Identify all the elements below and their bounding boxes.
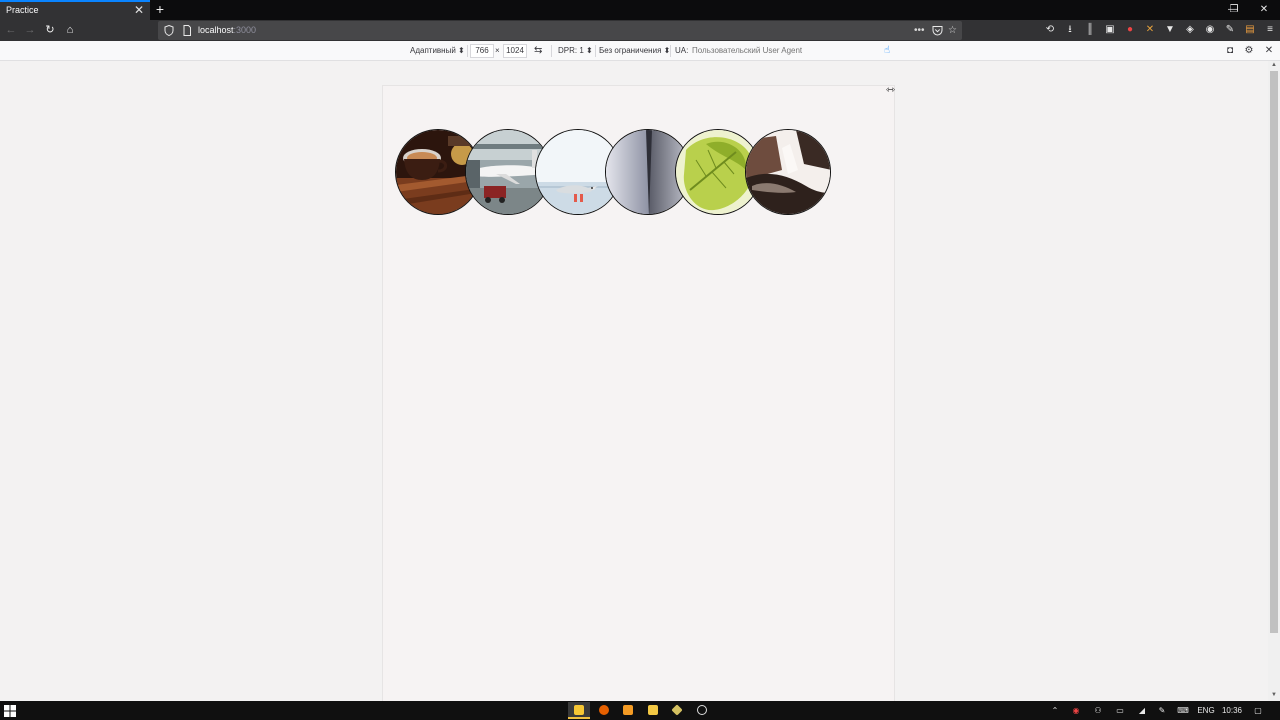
home-icon[interactable]: ⌂ — [62, 22, 78, 38]
settings-gear-icon[interactable]: ⚙ — [1242, 44, 1256, 58]
vue-devtools-icon[interactable]: ▼ — [1163, 23, 1177, 37]
menu-icon[interactable]: ≡ — [1263, 23, 1277, 37]
url-port: :3000 — [233, 25, 257, 35]
vertical-scrollbar[interactable]: ▲ ▼ — [1268, 61, 1280, 701]
tray-app-icon[interactable]: ⚇ — [1091, 701, 1105, 720]
windows-taskbar: ⌃ ◉ ⚇ ▭ ◢ ✎ ⌨ ENG 10:36 ▢ — [0, 701, 1280, 720]
network-icon[interactable]: ◢ — [1135, 701, 1149, 720]
ublock-icon[interactable]: ● — [1123, 23, 1137, 37]
maximize-button[interactable]: ❐ — [1218, 0, 1250, 20]
privacy-icon[interactable]: ◈ — [1183, 23, 1197, 37]
reload-icon[interactable]: ↻ — [42, 22, 58, 38]
tab-close-icon[interactable]: ✕ — [134, 2, 144, 19]
viewport-height-input[interactable]: 1024 — [503, 44, 527, 58]
shield-icon[interactable] — [164, 25, 174, 36]
close-window-button[interactable]: ✕ — [1248, 0, 1280, 20]
viewport-width-input[interactable]: 766 — [470, 44, 494, 58]
screenshot-icon[interactable]: ◘ — [1223, 44, 1237, 58]
taskbar-sublime[interactable] — [617, 702, 639, 719]
responsive-viewport — [382, 85, 895, 701]
touch-keyboard-icon[interactable]: ⌨ — [1175, 701, 1191, 720]
clock-icon — [697, 705, 707, 715]
tray-antivirus-icon[interactable]: ◉ — [1069, 701, 1083, 720]
navigation-toolbar: ← → ↻ ⌂ localhost:3000 ••• ☆ ⟲ ⭳ ║ ▣ ● ✕… — [0, 20, 1280, 41]
taskbar-firefox[interactable] — [593, 702, 615, 719]
user-agent-input[interactable] — [690, 44, 870, 58]
sublime-icon — [623, 705, 633, 715]
page-actions-icon[interactable]: ••• — [914, 21, 925, 40]
touch-simulation-icon[interactable]: ☝ — [880, 44, 894, 58]
history-icon[interactable]: ⟲ — [1043, 23, 1057, 37]
divider — [595, 45, 596, 57]
device-selector[interactable]: Адаптивный ⬍ — [410, 41, 465, 60]
rotate-viewport-icon[interactable]: ⇆ — [534, 41, 542, 60]
folder-icon — [648, 705, 658, 715]
pocket-icon[interactable] — [932, 25, 943, 36]
tab-practice[interactable]: Practice ✕ — [0, 0, 150, 20]
taskbar-explorer[interactable] — [642, 702, 664, 719]
tray-expand-icon[interactable]: ⌃ — [1048, 701, 1062, 720]
language-indicator[interactable]: ENG — [1194, 701, 1218, 720]
divider — [467, 45, 468, 57]
close-rdm-icon[interactable]: ✕ — [1262, 44, 1276, 58]
network-throttling-selector[interactable]: Без ограничения ⬍ — [599, 41, 670, 60]
tray-keyboard-icon[interactable]: ▭ — [1113, 701, 1127, 720]
diamond-icon — [671, 704, 683, 716]
tab-bar: Practice ✕ + — ❐ ✕ — [0, 0, 1280, 20]
page-content-area: ⇿ — [0, 61, 1268, 701]
taskbar-app-diamond[interactable] — [666, 702, 688, 719]
pen-tray-icon[interactable]: ✎ — [1155, 701, 1169, 720]
viewport-resize-handle-icon[interactable]: ⇿ — [886, 85, 902, 96]
url-host: localhost — [198, 25, 234, 35]
library-icon[interactable]: ║ — [1083, 23, 1097, 37]
page-info-icon[interactable] — [182, 25, 192, 36]
star-icon[interactable]: ☆ — [948, 21, 957, 40]
address-bar[interactable]: localhost:3000 ••• ☆ — [158, 21, 962, 40]
color-picker-icon[interactable]: ▤ — [1243, 23, 1257, 37]
forward-icon[interactable]: → — [22, 22, 38, 38]
dpr-selector[interactable]: DPR: 1 ⬍ — [558, 41, 593, 60]
taskbar-sticky-notes[interactable] — [568, 702, 590, 719]
firefox-icon — [599, 705, 609, 715]
download-icon[interactable]: ⭳ — [1063, 23, 1077, 37]
sticky-notes-icon — [574, 705, 584, 715]
gallery-image-rock[interactable] — [745, 129, 831, 215]
circle-gallery — [395, 129, 835, 215]
back-icon[interactable]: ← — [3, 22, 19, 38]
new-tab-button[interactable]: + — [153, 1, 167, 18]
url-text[interactable]: localhost:3000 — [198, 21, 256, 40]
responsive-design-toolbar: Адаптивный ⬍ 766 × 1024 ⇆ DPR: 1 ⬍ Без о… — [0, 41, 1280, 61]
sidebar-icon[interactable]: ▣ — [1103, 23, 1117, 37]
pen-icon[interactable]: ✎ — [1223, 23, 1237, 37]
rock-photo — [746, 130, 830, 214]
account-icon[interactable]: ◉ — [1203, 23, 1217, 37]
dimension-separator: × — [495, 46, 500, 55]
divider — [670, 45, 671, 57]
scroll-down-icon[interactable]: ▼ — [1270, 691, 1278, 699]
notifications-icon[interactable]: ▢ — [1251, 701, 1265, 720]
windows-start-icon[interactable] — [4, 705, 16, 717]
taskbar-app-clock[interactable] — [691, 702, 713, 719]
extension-icon[interactable]: ✕ — [1143, 23, 1157, 37]
divider — [551, 45, 552, 57]
scroll-thumb[interactable] — [1270, 71, 1278, 633]
clock-time[interactable]: 10:36 — [1219, 701, 1245, 720]
tab-title: Practice — [6, 5, 39, 15]
scroll-up-icon[interactable]: ▲ — [1270, 61, 1278, 69]
ua-label: UA: — [675, 46, 689, 55]
